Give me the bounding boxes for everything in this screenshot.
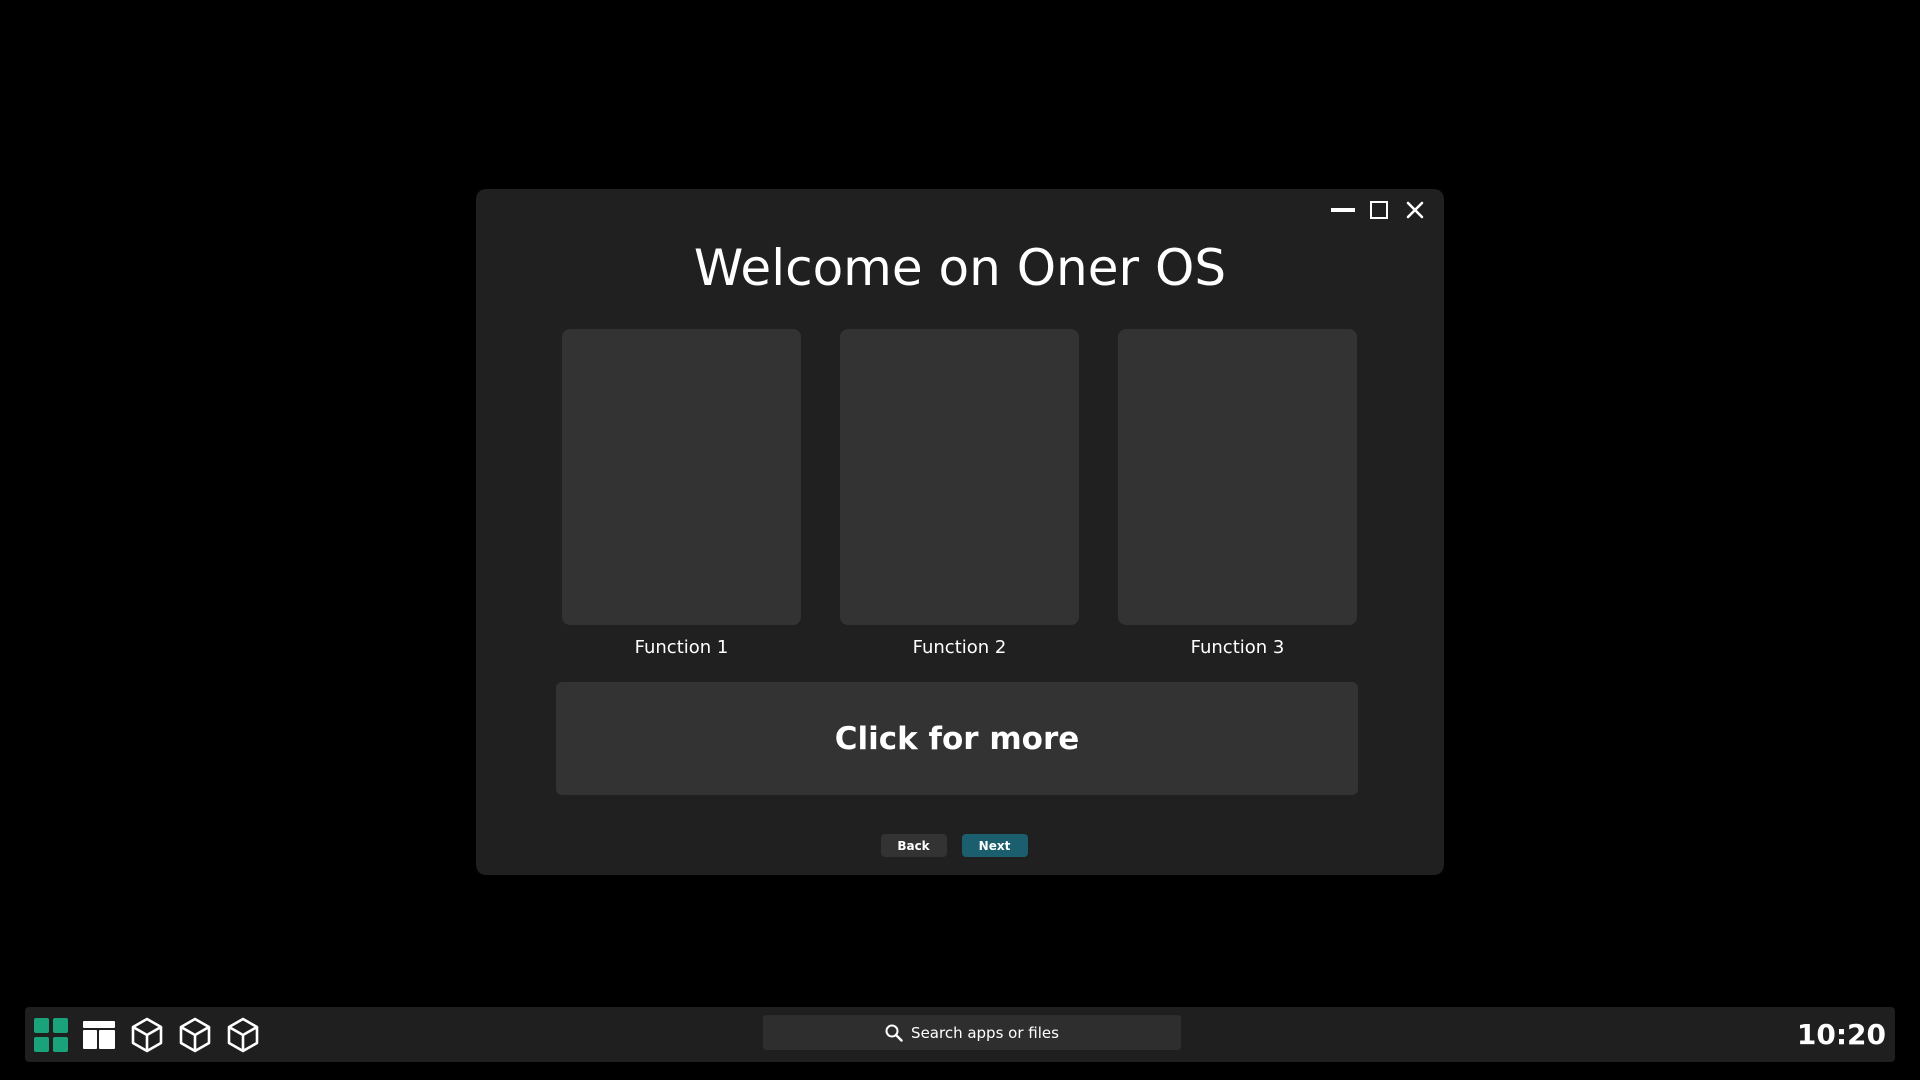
maximize-icon bbox=[1370, 201, 1388, 219]
taskbar-app-3[interactable] bbox=[225, 1017, 261, 1053]
taskbar: Search apps or files 10:20 bbox=[25, 1007, 1895, 1062]
cube-icon bbox=[131, 1017, 163, 1052]
click-for-more-button[interactable]: Click for more bbox=[556, 682, 1358, 795]
function-card-1[interactable]: Function 1 bbox=[562, 329, 801, 658]
start-grid-icon bbox=[34, 1017, 68, 1052]
function-card-label: Function 2 bbox=[912, 637, 1007, 658]
window-layout-icon bbox=[83, 1020, 115, 1049]
function-card-thumbnail[interactable] bbox=[840, 329, 1079, 625]
welcome-window: Welcome on Oner OS Function 1 Function 2… bbox=[476, 189, 1444, 875]
search-icon bbox=[885, 1024, 903, 1042]
search-placeholder: Search apps or files bbox=[911, 1023, 1059, 1042]
taskbar-app-1[interactable] bbox=[129, 1017, 165, 1053]
function-card-2[interactable]: Function 2 bbox=[840, 329, 1079, 658]
taskbar-app-2[interactable] bbox=[177, 1017, 213, 1053]
start-button[interactable] bbox=[33, 1017, 69, 1053]
function-card-3[interactable]: Function 3 bbox=[1118, 329, 1357, 658]
desktop: Welcome on Oner OS Function 1 Function 2… bbox=[0, 0, 1920, 1080]
function-card-thumbnail[interactable] bbox=[562, 329, 801, 625]
wizard-navigation: Back Next bbox=[476, 834, 1444, 857]
window-title: Welcome on Oner OS bbox=[693, 239, 1227, 297]
minimize-icon bbox=[1331, 208, 1355, 212]
cube-icon bbox=[227, 1017, 259, 1052]
taskbar-search[interactable]: Search apps or files bbox=[763, 1015, 1181, 1050]
back-button[interactable]: Back bbox=[880, 834, 947, 857]
function-card-thumbnail[interactable] bbox=[1118, 329, 1357, 625]
function-cards: Function 1 Function 2 Function 3 bbox=[562, 329, 1357, 658]
next-button[interactable]: Next bbox=[961, 834, 1028, 857]
close-button[interactable] bbox=[1400, 197, 1430, 223]
taskbar-app-layout[interactable] bbox=[81, 1017, 117, 1053]
minimize-button[interactable] bbox=[1328, 197, 1358, 223]
close-icon bbox=[1406, 201, 1424, 219]
function-card-label: Function 1 bbox=[634, 637, 729, 658]
taskbar-clock: 10:20 bbox=[1796, 1018, 1886, 1051]
maximize-button[interactable] bbox=[1364, 197, 1394, 223]
taskbar-apps bbox=[33, 1007, 261, 1062]
cube-icon bbox=[179, 1017, 211, 1052]
function-card-label: Function 3 bbox=[1190, 637, 1285, 658]
window-controls bbox=[1328, 197, 1430, 223]
